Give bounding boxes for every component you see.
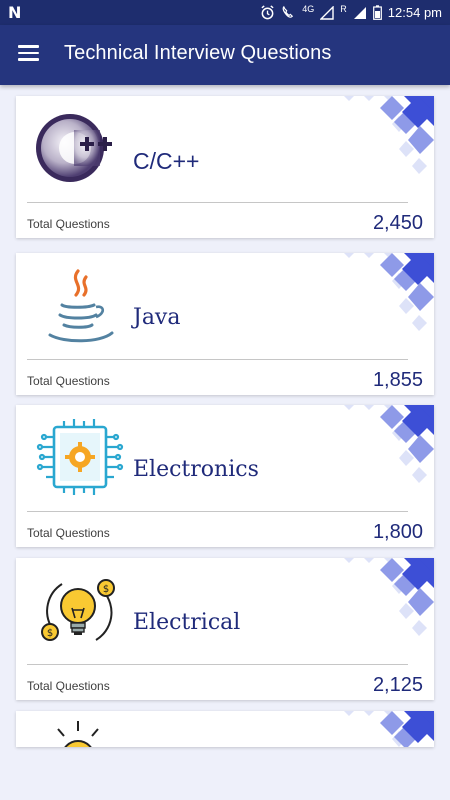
card-partial[interactable] — [16, 711, 434, 747]
divider — [27, 664, 408, 665]
signal-icon — [320, 5, 334, 20]
status-bar: N 4G R 12:54 pm — [0, 0, 450, 25]
card-electronics[interactable]: Electronics Total Questions 1,800 — [16, 405, 434, 547]
corner-pattern-icon — [344, 253, 434, 331]
clock: 12:54 pm — [387, 5, 442, 20]
subject-title: C/C++ — [133, 148, 200, 174]
java-logo-icon — [48, 269, 114, 343]
divider — [27, 511, 408, 512]
corner-pattern-icon — [344, 558, 434, 636]
total-questions-label: Total Questions — [27, 526, 110, 540]
corner-pattern-icon — [344, 711, 434, 747]
signal-icon-2 — [353, 6, 366, 19]
corner-pattern-icon — [344, 405, 434, 483]
alarm-icon — [261, 5, 274, 20]
svg-text:$: $ — [47, 628, 53, 639]
total-questions-count: 2,450 — [372, 212, 423, 234]
network-type: 4G — [302, 3, 315, 14]
lightbulb-coins-icon: $ $ — [41, 579, 115, 641]
card-java[interactable]: Java Total Questions 1,855 — [16, 253, 434, 395]
roaming-indicator: R — [340, 3, 347, 14]
total-questions-label: Total Questions — [27, 679, 110, 693]
total-questions-count: 1,800 — [372, 521, 423, 543]
subject-title: Electrical — [133, 610, 241, 635]
n-notification-icon: N — [8, 3, 22, 22]
total-questions-count: 2,125 — [372, 674, 423, 696]
battery-icon — [372, 5, 382, 20]
total-questions-label: Total Questions — [27, 374, 110, 388]
divider — [27, 202, 408, 203]
app-bar: Technical Interview Questions — [0, 25, 450, 85]
status-icons: 4G R 12:54 pm — [260, 0, 442, 25]
card-electrical[interactable]: $ $ Electrical Total Questions 2,125 — [16, 558, 434, 700]
divider — [27, 359, 408, 360]
total-questions-count: 1,855 — [372, 369, 423, 391]
wifi-calling-icon — [282, 5, 294, 18]
svg-text:$: $ — [103, 584, 109, 595]
hamburger-menu-icon[interactable] — [14, 41, 46, 69]
page-title: Technical Interview Questions — [64, 42, 332, 64]
cpp-logo-icon — [36, 114, 112, 182]
total-questions-label: Total Questions — [27, 217, 110, 231]
circuit-chip-icon — [36, 419, 124, 495]
subject-title: Electronics — [133, 457, 259, 482]
subject-title: Java — [133, 305, 181, 330]
sun-bulb-icon — [57, 721, 99, 747]
card-cpp[interactable]: C/C++ Total Questions 2,450 — [16, 96, 434, 238]
corner-pattern-icon — [344, 96, 434, 174]
